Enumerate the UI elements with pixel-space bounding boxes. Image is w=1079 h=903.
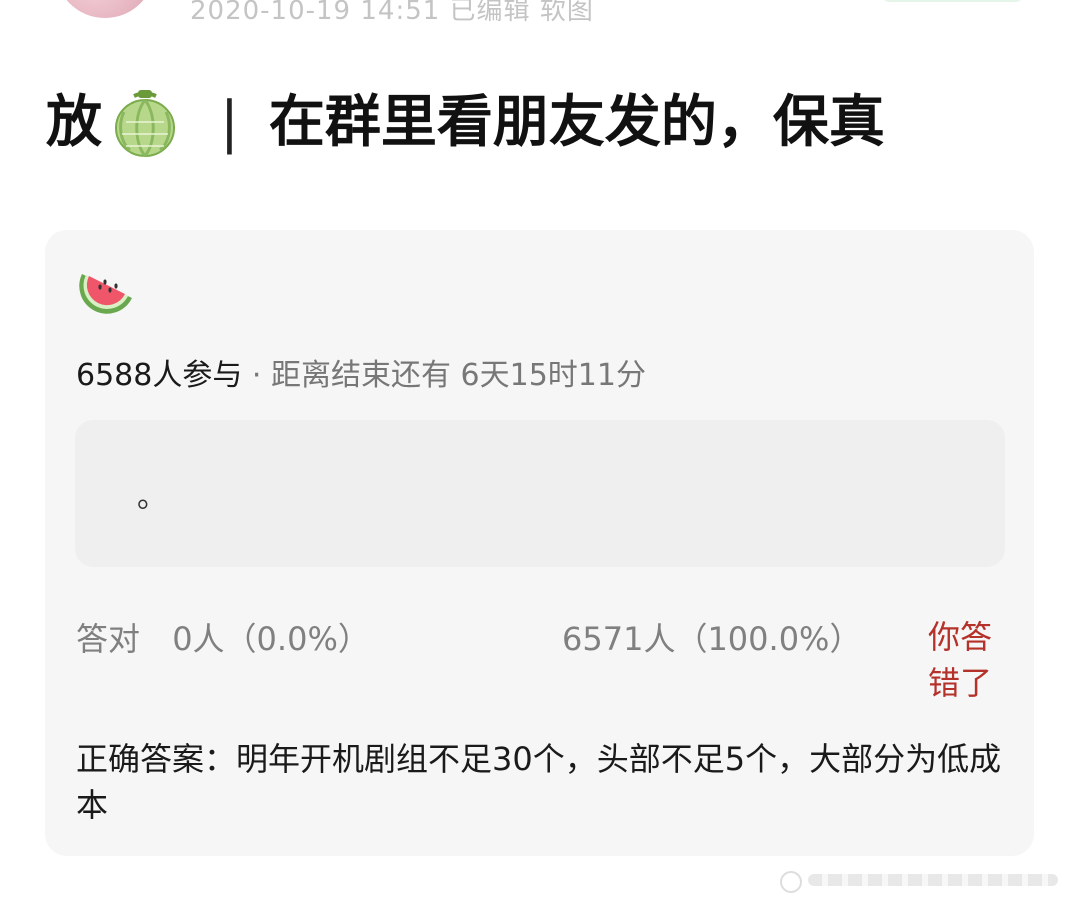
- follow-button[interactable]: [880, 0, 1025, 2]
- title-prefix: 放: [46, 90, 102, 155]
- post-timestamp: 2020-10-19 14:51 已编辑 软图: [190, 0, 594, 26]
- title-text: 在群里看朋友发的，保真: [268, 90, 885, 155]
- melon-icon: [112, 88, 178, 158]
- post-meta-row: 2020-10-19 14:51 已编辑 软图: [0, 0, 1079, 26]
- toolbar-track: [808, 874, 1058, 886]
- avatar[interactable]: [55, 0, 155, 18]
- correct-stat: 答对 0人（0.0%）: [76, 614, 370, 660]
- time-remaining: 距离结束还有 6天15时11分: [271, 358, 646, 393]
- quiz-card: 6588人参与 · 距离结束还有 6天15时11分 。 答对 0人（0.0%） …: [45, 230, 1034, 856]
- circle-icon: [780, 871, 802, 893]
- question-text: 。: [137, 480, 167, 515]
- post-title: 放 | 在群里看朋友发的，保真: [46, 88, 885, 158]
- wrong-count: 6571人（100.0%）: [562, 620, 862, 658]
- weibo-post-page: 2020-10-19 14:51 已编辑 软图 放 | 在群里看朋友发的，保真: [0, 0, 1079, 903]
- participation-info: 6588人参与 · 距离结束还有 6天15时11分: [76, 350, 646, 394]
- correct-answer: 正确答案：明年开机剧组不足30个，头部不足5个，大部分为低成本: [76, 740, 1002, 824]
- participant-count: 6588人参与: [76, 358, 243, 393]
- bottom-toolbar: [780, 868, 1070, 893]
- result-verdict: 你答错了: [928, 618, 993, 702]
- title-divider: |: [220, 90, 239, 155]
- correct-count: 0人（0.0%）: [172, 620, 370, 658]
- question-box[interactable]: 。: [75, 420, 1005, 567]
- watermelon-icon: [78, 268, 136, 318]
- separator-dot: ·: [251, 358, 262, 393]
- correct-label: 答对: [76, 620, 141, 658]
